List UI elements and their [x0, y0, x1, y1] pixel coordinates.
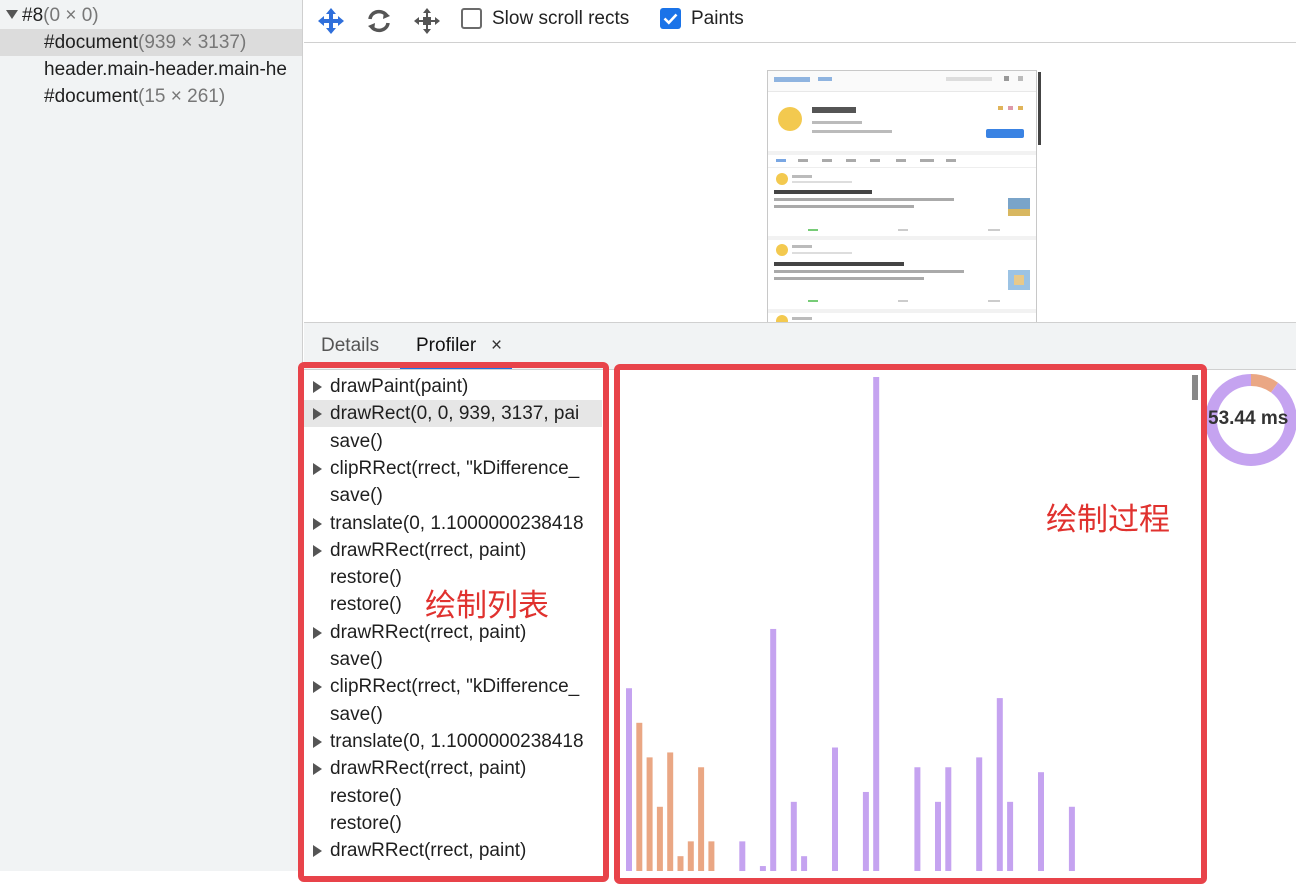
layer-tree-row-document-2[interactable]: #document(15 × 261)	[0, 83, 302, 110]
layer-dims: (15 × 261)	[138, 86, 226, 107]
thumbnail-scrollbar[interactable]	[1038, 72, 1041, 145]
layer-preview-canvas[interactable]	[304, 43, 1296, 322]
checkmark-icon	[663, 13, 678, 25]
rotate-icon[interactable]	[365, 7, 393, 35]
layer-dims: (0 × 0)	[43, 5, 99, 26]
slow-scroll-label[interactable]: Slow scroll rects	[492, 6, 629, 32]
layer-tree-row-document[interactable]: #document(939 × 3137)	[0, 29, 302, 56]
page-thumbnail-image	[768, 71, 1036, 322]
paints-checkbox[interactable]	[660, 8, 681, 29]
move-arrows-icon[interactable]	[317, 7, 345, 35]
annotation-label-list: 绘制列表	[425, 588, 549, 624]
reset-transform-icon[interactable]	[413, 7, 441, 35]
paints-label[interactable]: Paints	[691, 6, 744, 32]
layer-tree-row-header[interactable]: header.main-header.main-he	[0, 56, 302, 83]
page-thumbnail	[767, 70, 1037, 322]
layer-tree-panel: #8(0 × 0) #document(939 × 3137) header.m…	[0, 0, 303, 871]
annotation-label-timeline: 绘制过程	[1046, 502, 1170, 538]
slow-scroll-checkbox[interactable]	[461, 8, 482, 29]
layer-name: #document	[44, 32, 139, 53]
layers-toolbar: Slow scroll rects Paints	[304, 0, 1296, 43]
layer-name: #8	[22, 5, 44, 26]
layer-name: header.main-header.main-he	[44, 59, 287, 80]
annotation-box-timeline	[614, 364, 1207, 884]
layer-dims: (939 × 3137)	[138, 32, 247, 53]
expand-triangle-icon[interactable]	[6, 10, 18, 20]
total-time-label: 53.44 ms	[1208, 408, 1289, 429]
layer-tree-row-root[interactable]: #8(0 × 0)	[0, 2, 302, 29]
layer-name: #document	[44, 86, 139, 107]
